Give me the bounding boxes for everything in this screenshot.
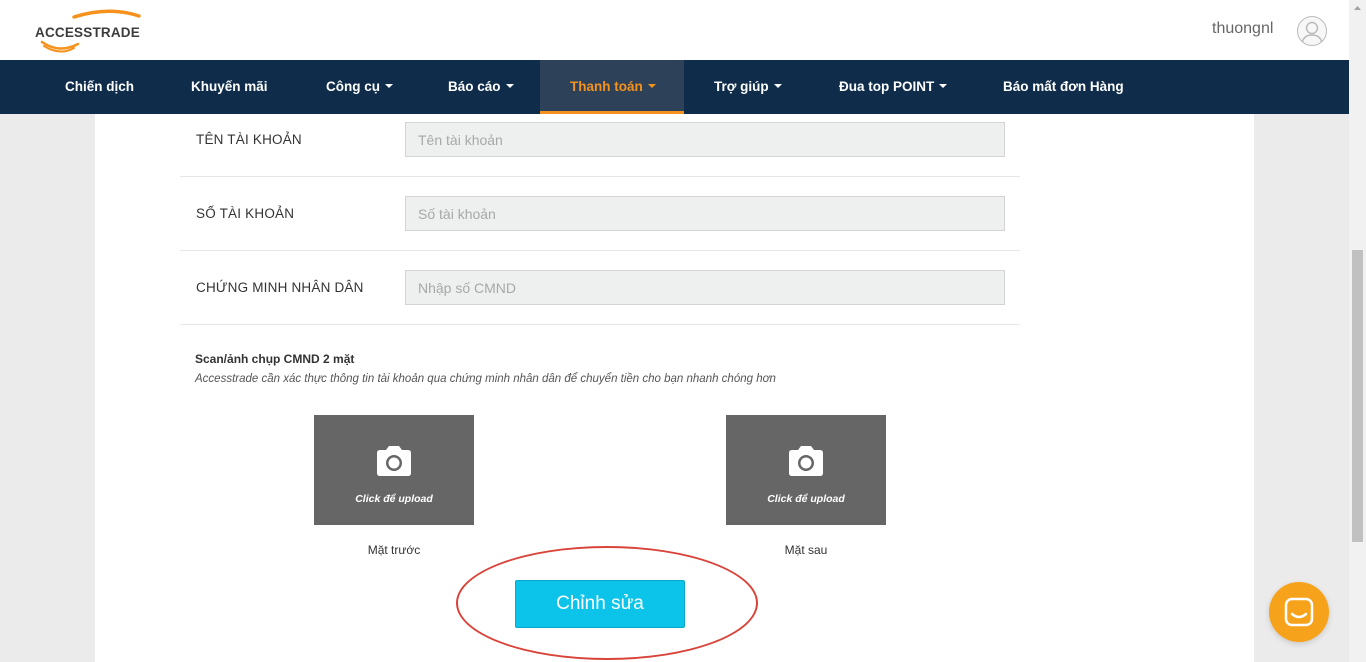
top-header: ACCESSTRADE thuongnl <box>0 0 1349 60</box>
nav-label: Chiến dịch <box>65 79 135 94</box>
scroll-up-arrow-icon[interactable] <box>1349 0 1366 17</box>
camera-icon <box>789 446 823 476</box>
id-card-label: CHỨNG MINH NHÂN DÂN <box>196 280 364 295</box>
caret-down-icon <box>773 84 782 89</box>
caret-down-icon <box>385 84 393 89</box>
logo-text: ACCESSTRADE <box>35 25 140 40</box>
caret-down-icon <box>505 84 514 89</box>
nav-label: Công cụ <box>326 79 380 94</box>
nav-item-bao-mat-don-hang[interactable]: Báo mất đơn Hàng <box>1003 60 1124 114</box>
edit-button[interactable]: Chỉnh sửa <box>515 580 685 628</box>
account-name-label: TÊN TÀI KHOẢN <box>196 132 302 147</box>
nav-label: Báo cáo <box>448 79 501 94</box>
front-side-caption: Mặt trước <box>367 543 421 557</box>
account-number-input[interactable] <box>405 196 1005 231</box>
nav-label: Báo mất đơn Hàng <box>1003 79 1124 94</box>
accesstrade-logo[interactable]: ACCESSTRADE <box>34 8 159 53</box>
user-avatar-icon[interactable] <box>1297 16 1327 46</box>
upload-text: Click để upload <box>355 493 433 505</box>
nav-label: Khuyến mãi <box>191 79 268 94</box>
upload-front-button[interactable]: Click để upload <box>314 415 474 525</box>
account-number-label: SỐ TÀI KHOẢN <box>196 206 295 221</box>
nav-item-chien-dich[interactable]: Chiến dịch <box>65 60 134 114</box>
nav-label: Trợ giúp <box>714 79 769 94</box>
caret-down-icon <box>939 84 948 89</box>
scan-title: Scan/ảnh chụp CMND 2 mặt <box>195 352 355 366</box>
upload-back-button[interactable]: Click để upload <box>726 415 886 525</box>
username[interactable]: thuongnl <box>1212 20 1273 38</box>
caret-down-icon <box>647 84 656 89</box>
scrollbar-thumb[interactable] <box>1352 250 1363 542</box>
back-side-caption: Mặt sau <box>784 543 828 557</box>
upload-text: Click để upload <box>767 493 845 505</box>
chat-icon <box>1284 597 1314 627</box>
camera-icon <box>377 446 411 476</box>
account-name-input[interactable] <box>405 122 1005 157</box>
nav-label: Thanh toán <box>570 79 643 94</box>
chat-widget-button[interactable] <box>1269 582 1329 642</box>
form-row-account-name: TÊN TÀI KHOẢN <box>180 103 1020 177</box>
nav-label: Đua top POINT <box>839 79 935 94</box>
vertical-scrollbar[interactable] <box>1349 0 1366 662</box>
scan-description: Accesstrade cần xác thực thông tin tài k… <box>195 373 776 385</box>
id-card-input[interactable] <box>405 270 1005 305</box>
form-row-account-number: SỐ TÀI KHOẢN <box>180 177 1020 251</box>
form-row-id-card: CHỨNG MINH NHÂN DÂN <box>180 251 1020 325</box>
